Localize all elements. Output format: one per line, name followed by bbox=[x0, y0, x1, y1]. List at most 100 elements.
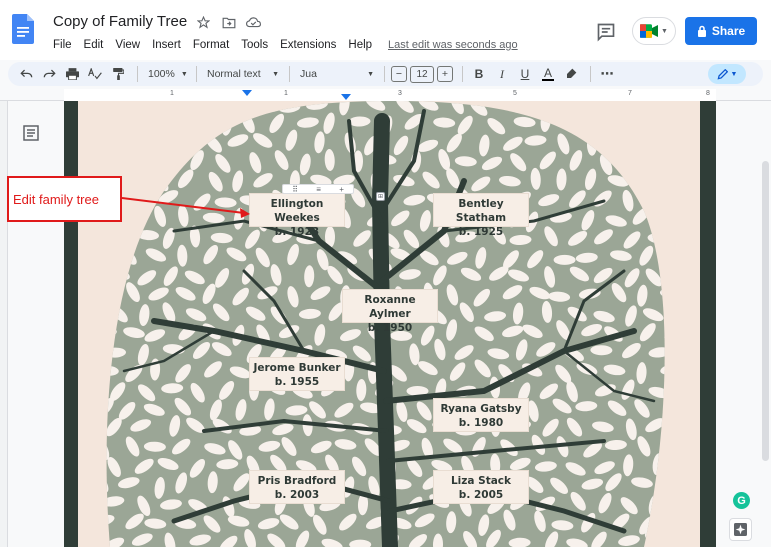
member-name: Pris Bradford bbox=[257, 475, 337, 487]
ruler-label: 7 bbox=[628, 90, 632, 97]
text-color-button[interactable]: A bbox=[538, 64, 558, 84]
menu-extensions[interactable]: Extensions bbox=[274, 37, 342, 53]
pencil-icon bbox=[717, 68, 728, 79]
member-name: Ellington Weekes bbox=[270, 198, 324, 224]
paragraph-style-select[interactable]: Normal text ▼ bbox=[203, 64, 283, 84]
member-birth-year: b. 1950 bbox=[367, 322, 413, 334]
family-member-card[interactable]: Liza Stack b. 2005 bbox=[433, 470, 529, 504]
font-value: Jua bbox=[300, 68, 317, 80]
menu-insert[interactable]: Insert bbox=[146, 37, 187, 53]
increase-font-size-button[interactable]: + bbox=[437, 66, 453, 82]
undo-icon[interactable] bbox=[16, 64, 36, 84]
zoom-select[interactable]: 100% ▼ bbox=[144, 64, 190, 84]
menu-bar: File Edit View Insert Format Tools Exten… bbox=[47, 37, 378, 53]
menu-view[interactable]: View bbox=[109, 37, 146, 53]
family-member-card[interactable]: Ellington Weekes b. 1923 bbox=[249, 193, 345, 238]
family-member-card[interactable]: Roxanne Aylmer b. 1950 bbox=[342, 289, 438, 334]
star-icon[interactable] bbox=[195, 14, 212, 31]
annotation-callout: Edit family tree bbox=[7, 176, 122, 222]
family-member-card[interactable]: Jerome Bunker b. 1955 bbox=[249, 357, 345, 391]
member-name: Bentley Statham bbox=[455, 198, 507, 224]
ruler-label: 1 bbox=[170, 90, 174, 97]
drag-handle-icon[interactable]: ⠿ bbox=[292, 185, 298, 194]
meet-button[interactable]: ▼ bbox=[632, 17, 676, 45]
add-icon[interactable]: + bbox=[339, 185, 344, 194]
print-icon[interactable] bbox=[62, 64, 82, 84]
chevron-down-icon: ▼ bbox=[272, 70, 279, 78]
zoom-value: 100% bbox=[148, 68, 175, 80]
member-name: Jerome Bunker bbox=[253, 362, 341, 374]
paint-format-icon[interactable] bbox=[108, 64, 128, 84]
more-options-button[interactable]: ⋯ bbox=[597, 64, 617, 84]
horizontal-ruler[interactable]: 1 1 3 5 7 8 bbox=[0, 89, 771, 101]
member-name: Roxanne Aylmer bbox=[364, 294, 416, 320]
highlight-icon[interactable] bbox=[561, 64, 581, 84]
share-button[interactable]: Share bbox=[685, 17, 757, 45]
docs-logo-icon[interactable] bbox=[12, 14, 34, 44]
google-docs-window: Copy of Family Tree File Edit View Inser… bbox=[0, 0, 771, 547]
grammarly-icon[interactable]: G bbox=[733, 492, 750, 509]
spellcheck-icon[interactable] bbox=[85, 64, 105, 84]
member-birth-year: b. 2005 bbox=[458, 489, 504, 501]
bold-button[interactable]: B bbox=[469, 64, 489, 84]
underline-button[interactable]: U bbox=[515, 64, 535, 84]
document-title[interactable]: Copy of Family Tree bbox=[53, 13, 187, 30]
menu-help[interactable]: Help bbox=[342, 37, 378, 53]
cloud-status-icon[interactable] bbox=[245, 14, 262, 31]
image-anchor-icon[interactable]: ⊞ bbox=[376, 192, 385, 201]
decrease-font-size-button[interactable]: − bbox=[391, 66, 407, 82]
leaf-shape bbox=[553, 254, 576, 265]
font-select[interactable]: Jua ▼ bbox=[296, 64, 378, 84]
chevron-down-icon: ▼ bbox=[730, 70, 738, 78]
menu-format[interactable]: Format bbox=[187, 37, 235, 53]
family-member-card[interactable]: Pris Bradford b. 2003 bbox=[249, 470, 345, 504]
indent-marker[interactable] bbox=[242, 90, 252, 96]
toolbar-divider bbox=[462, 66, 463, 82]
vertical-ruler[interactable] bbox=[0, 101, 8, 547]
menu-tools[interactable]: Tools bbox=[235, 37, 274, 53]
document-outline-icon[interactable] bbox=[22, 124, 40, 142]
chevron-down-icon: ▼ bbox=[367, 70, 374, 78]
tab-marker[interactable] bbox=[341, 94, 351, 100]
vertical-scrollbar[interactable] bbox=[760, 101, 771, 547]
text-color-glyph: A bbox=[543, 66, 552, 80]
member-birth-year: b. 1980 bbox=[458, 417, 504, 429]
ruler-label: 1 bbox=[284, 90, 288, 97]
style-value: Normal text bbox=[207, 68, 261, 80]
scrollbar-thumb[interactable] bbox=[762, 161, 769, 461]
family-member-card[interactable]: Bentley Statham b. 1925 bbox=[433, 193, 529, 238]
explore-button[interactable] bbox=[729, 518, 752, 541]
menu-file[interactable]: File bbox=[47, 37, 78, 53]
toolbar-divider bbox=[590, 66, 591, 82]
chevron-down-icon: ▼ bbox=[180, 70, 188, 78]
ruler-track bbox=[64, 89, 716, 101]
italic-button[interactable]: I bbox=[492, 64, 512, 84]
comment-history-icon[interactable] bbox=[596, 22, 616, 42]
share-label: Share bbox=[711, 24, 746, 38]
member-name: Ryana Gatsby bbox=[440, 403, 522, 415]
ruler-label: 8 bbox=[706, 90, 710, 97]
editing-mode-button[interactable]: ▼ bbox=[708, 64, 746, 84]
image-options-handle[interactable]: ⠿ ≡ + bbox=[282, 184, 354, 194]
member-birth-year: b. 1955 bbox=[274, 376, 320, 388]
ruler-label: 5 bbox=[513, 90, 517, 97]
last-edit-link[interactable]: Last edit was seconds ago bbox=[388, 39, 518, 51]
toolbar-divider bbox=[196, 66, 197, 82]
redo-icon[interactable] bbox=[39, 64, 59, 84]
toolbar-divider bbox=[289, 66, 290, 82]
family-member-card[interactable]: Ryana Gatsby b. 1980 bbox=[433, 398, 529, 432]
member-birth-year: b. 1923 bbox=[274, 226, 320, 238]
member-name: Liza Stack bbox=[450, 475, 512, 487]
move-folder-icon[interactable] bbox=[220, 14, 237, 31]
wrap-options-icon[interactable]: ≡ bbox=[316, 185, 321, 194]
lock-icon bbox=[697, 25, 706, 37]
header: Copy of Family Tree File Edit View Inser… bbox=[0, 0, 771, 60]
toolbar: 100% ▼ Normal text ▼ Jua ▼ − 12 + B I U … bbox=[8, 62, 763, 86]
member-birth-year: b. 1925 bbox=[458, 226, 504, 238]
toolbar-divider bbox=[384, 66, 385, 82]
explore-sparkle-icon bbox=[734, 523, 747, 536]
font-size-input[interactable]: 12 bbox=[410, 65, 434, 83]
text-color-swatch bbox=[542, 79, 554, 81]
menu-edit[interactable]: Edit bbox=[78, 37, 110, 53]
toolbar-divider bbox=[137, 66, 138, 82]
